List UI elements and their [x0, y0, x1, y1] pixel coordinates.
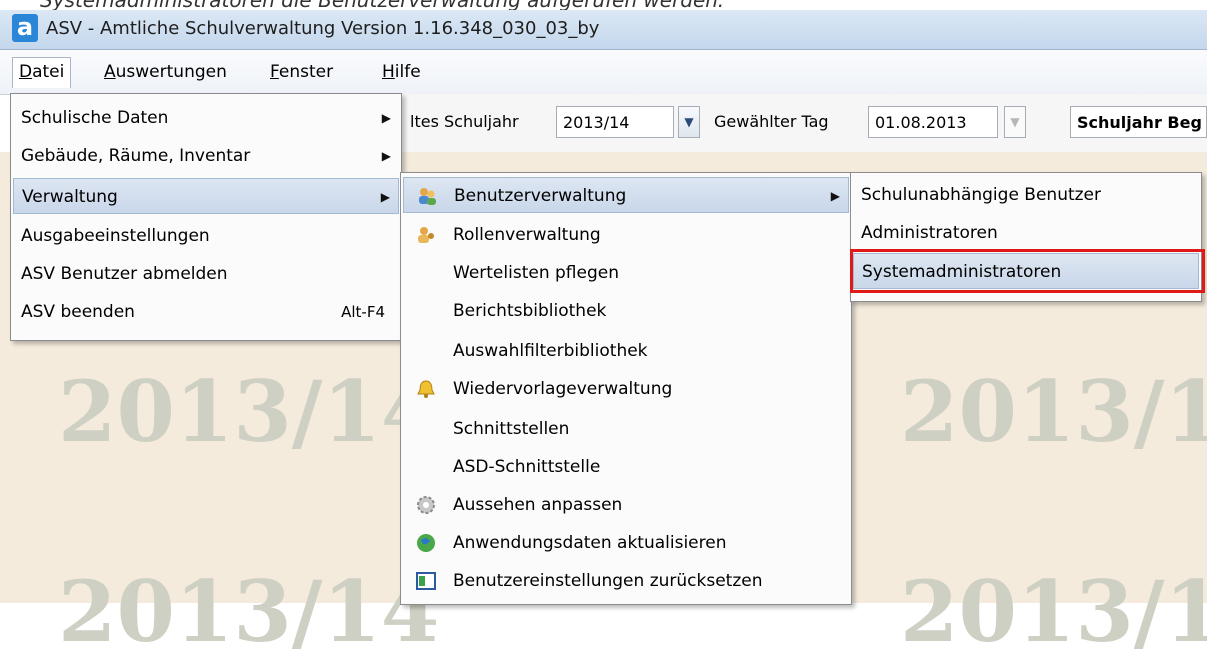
- verwaltung-item-rollenverwaltung[interactable]: Rollenverwaltung: [403, 217, 849, 253]
- verwaltung-item-auswahlfilterbibliothek[interactable]: Auswahlfilterbibliothek: [403, 333, 849, 369]
- submenu-arrow-icon: ▶: [830, 189, 840, 203]
- schuljahr-dropdown-icon[interactable]: ▼: [678, 106, 700, 138]
- year-watermark-right: 2013/14: [900, 362, 1207, 461]
- submenu-arrow-icon: ▶: [381, 149, 391, 163]
- asv-app-icon: a: [12, 14, 38, 42]
- datei-item-beenden[interactable]: ASV beenden Alt-F4: [13, 294, 399, 330]
- benutzer-item-administratoren[interactable]: Administratoren: [853, 215, 1199, 251]
- context-toolbar: ltes Schuljahr 2013/14 ▼ Gewählter Tag 0…: [370, 94, 1207, 153]
- datei-item-abmelden[interactable]: ASV Benutzer abmelden: [13, 256, 399, 292]
- verwaltung-item-berichtsbibliothek[interactable]: Berichtsbibliothek: [403, 293, 849, 329]
- benutzer-item-schulunabhaengige[interactable]: Schulunabhängige Benutzer: [853, 177, 1199, 213]
- schuljahr-label: ltes Schuljahr: [410, 112, 519, 131]
- reset-icon: [416, 572, 436, 590]
- verwaltung-item-wiedervorlage[interactable]: Wiedervorlageverwaltung: [403, 371, 849, 407]
- submenu-arrow-icon: ▶: [381, 111, 391, 125]
- tag-label: Gewählter Tag: [714, 112, 829, 131]
- datei-item-ausgabeeinstellungen[interactable]: Ausgabeeinstellungen: [13, 218, 399, 254]
- tag-field[interactable]: 01.08.2013: [868, 106, 998, 138]
- verwaltung-item-benutzerverwaltung[interactable]: Benutzerverwaltung ▶: [403, 177, 849, 213]
- shortcut-label: Alt-F4: [341, 303, 385, 321]
- gear-icon: [417, 496, 435, 514]
- year-watermark-bottom-left: 2013/14: [58, 562, 440, 661]
- verwaltung-item-wertelisten[interactable]: Wertelisten pflegen: [403, 255, 849, 291]
- window-titlebar: a ASV - Amtliche Schulverwaltung Version…: [0, 10, 1207, 50]
- menu-datei[interactable]: Datei: [12, 57, 72, 88]
- year-watermark-bottom-right: 2013/14: [900, 562, 1207, 661]
- highlight-marker: [850, 249, 1205, 293]
- datei-menu: Schulische Daten ▶ Gebäude, Räume, Inven…: [10, 93, 402, 341]
- globe-icon: [417, 534, 435, 552]
- bell-icon: [417, 380, 435, 398]
- verwaltung-submenu: Benutzerverwaltung ▶ Rollenverwaltung We…: [400, 172, 852, 605]
- users-icon: [419, 188, 436, 205]
- schuljahr-beginn-field[interactable]: Schuljahr Beg: [1070, 106, 1207, 138]
- schuljahr-select[interactable]: 2013/14: [556, 106, 674, 138]
- verwaltung-item-benutzereinstellungen[interactable]: Benutzereinstellungen zurücksetzen: [403, 563, 849, 599]
- datei-item-schulische-daten[interactable]: Schulische Daten ▶: [13, 100, 399, 136]
- datei-item-gebaeude[interactable]: Gebäude, Räume, Inventar ▶: [13, 138, 399, 174]
- menu-fenster[interactable]: Fenster: [264, 58, 339, 86]
- menu-auswertungen[interactable]: Auswertungen: [98, 58, 233, 86]
- menu-hilfe[interactable]: Hilfe: [376, 58, 427, 86]
- menubar: Datei Auswertungen Fenster Hilfe: [0, 50, 1207, 95]
- verwaltung-item-asd-schnittstelle[interactable]: ASD-Schnittstelle: [403, 449, 849, 485]
- year-watermark-left: 2013/14: [58, 362, 440, 461]
- submenu-arrow-icon: ▶: [380, 190, 390, 204]
- verwaltung-item-schnittstellen[interactable]: Schnittstellen: [403, 411, 849, 447]
- datei-item-verwaltung[interactable]: Verwaltung ▶: [13, 178, 399, 214]
- roles-icon: [418, 227, 434, 243]
- window-title: ASV - Amtliche Schulverwaltung Version 1…: [46, 18, 600, 39]
- verwaltung-item-aussehen[interactable]: Aussehen anpassen: [403, 487, 849, 523]
- tag-dropdown-icon: ▼: [1004, 106, 1026, 138]
- verwaltung-item-anwendungsdaten[interactable]: Anwendungsdaten aktualisieren: [403, 525, 849, 561]
